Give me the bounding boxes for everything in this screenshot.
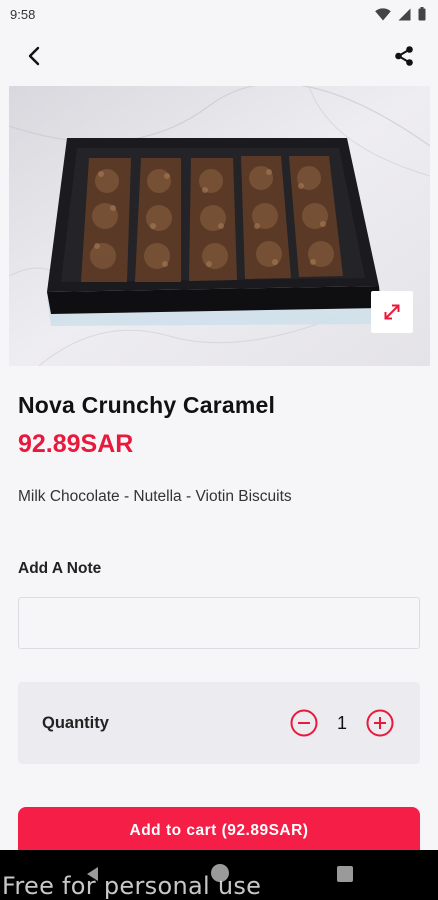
share-button[interactable] — [390, 42, 418, 70]
status-icons — [375, 7, 426, 21]
minus-circle-icon — [290, 709, 318, 737]
signal-icon — [398, 8, 411, 20]
increase-quantity-button[interactable] — [366, 709, 394, 737]
status-time: 9:58 — [10, 6, 36, 22]
expand-image-button[interactable] — [371, 291, 413, 333]
quantity-value: 1 — [336, 713, 347, 733]
quantity-label: Quantity — [42, 714, 109, 732]
quantity-card: Quantity 1 — [18, 682, 420, 764]
status-bar: 9:58 — [0, 0, 438, 28]
plus-circle-icon — [366, 709, 394, 737]
back-button[interactable] — [20, 42, 48, 70]
product-price: 92.89SAR — [18, 430, 134, 458]
share-icon — [395, 46, 413, 66]
watermark-text: Free for personal use — [2, 872, 262, 900]
battery-icon — [418, 7, 426, 21]
app-bar — [0, 34, 438, 78]
nav-recents-button[interactable] — [337, 866, 353, 882]
expand-icon — [384, 304, 400, 320]
product-photo — [9, 86, 430, 366]
arrow-back-icon — [28, 46, 40, 66]
wifi-icon — [375, 7, 391, 20]
product-description: Milk Chocolate - Nutella - Viotin Biscui… — [18, 488, 292, 505]
decrease-quantity-button[interactable] — [290, 709, 318, 737]
note-input[interactable] — [18, 597, 420, 649]
product-image[interactable] — [9, 86, 430, 366]
note-label: Add A Note — [18, 560, 102, 577]
product-name: Nova Crunchy Caramel — [18, 392, 276, 418]
